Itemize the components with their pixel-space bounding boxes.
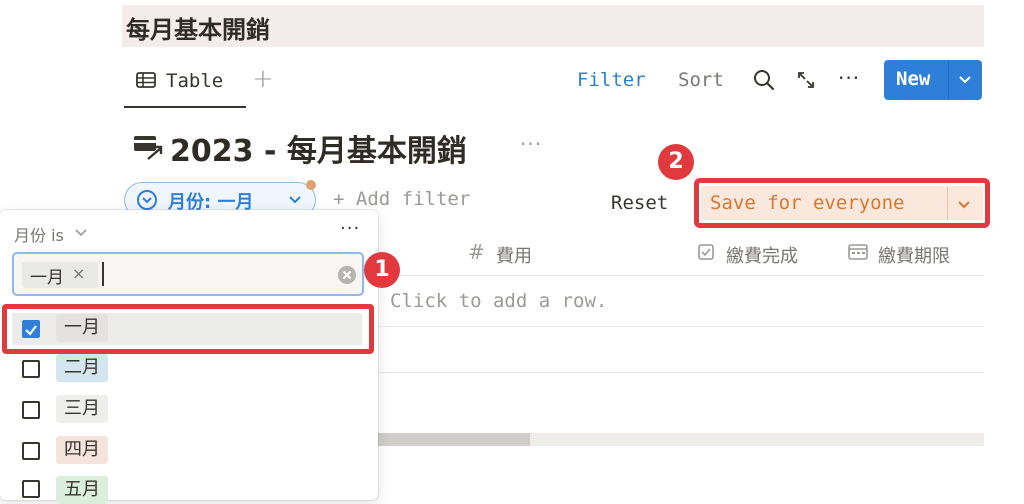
- filter-condition-heading[interactable]: 月份 is: [14, 222, 64, 246]
- page-title: 每月基本開銷: [126, 16, 270, 44]
- scrollbar-thumb[interactable]: [376, 433, 530, 446]
- chevron-down-icon[interactable]: [956, 70, 974, 88]
- option-tag-april[interactable]: 四月: [56, 436, 108, 464]
- option-tag-march[interactable]: 三月: [56, 395, 108, 423]
- active-tab-underline: [124, 106, 246, 108]
- add-filter-label: Add filter: [355, 188, 471, 210]
- database-title[interactable]: 2023 - 每月基本開銷: [170, 126, 467, 170]
- table-icon: [136, 72, 156, 88]
- chevron-down-icon: [289, 196, 301, 204]
- clear-icon[interactable]: [337, 265, 357, 285]
- expand-icon[interactable]: [796, 70, 816, 90]
- add-row-prompt[interactable]: Click to add a row.: [390, 290, 607, 312]
- filter-button[interactable]: Filter: [577, 69, 646, 91]
- add-view-button[interactable]: +: [252, 64, 274, 94]
- new-button-divider: [948, 60, 949, 100]
- select-property-icon: [137, 190, 157, 210]
- sort-button[interactable]: Sort: [678, 69, 724, 91]
- remove-tag-icon[interactable]: ×: [72, 264, 85, 283]
- column-header-due-date[interactable]: 繳費期限: [878, 242, 950, 268]
- checkbox-february[interactable]: [22, 360, 40, 378]
- text-caret: [102, 262, 104, 286]
- column-header-cost[interactable]: 費用: [496, 242, 532, 268]
- unsaved-indicator-dot: [306, 180, 316, 190]
- billing-icon: [134, 136, 163, 160]
- database-more-button[interactable]: ···: [520, 132, 542, 156]
- checkbox-icon: [698, 244, 714, 260]
- tab-table-label: Table: [166, 70, 224, 92]
- calendar-icon: [848, 244, 868, 260]
- checkbox-april[interactable]: [22, 442, 40, 460]
- table-header-divider: [376, 275, 984, 276]
- checkbox-march[interactable]: [22, 401, 40, 419]
- reset-button[interactable]: Reset: [611, 192, 668, 214]
- checkbox-may[interactable]: [22, 480, 40, 498]
- add-filter-plus: +: [333, 188, 345, 210]
- table-row-divider: [376, 326, 984, 327]
- more-options-button[interactable]: ···: [838, 66, 860, 90]
- number-property-icon: #: [468, 240, 485, 264]
- table-row-divider: [376, 372, 984, 373]
- highlight-box-save: [694, 178, 990, 228]
- new-button-label: New: [896, 68, 931, 90]
- step-badge-1: 1: [364, 252, 400, 288]
- option-tag-february[interactable]: 二月: [56, 354, 108, 382]
- chevron-down-icon[interactable]: [74, 225, 88, 239]
- option-tag-may[interactable]: 五月: [56, 476, 108, 504]
- filter-more-button[interactable]: ···: [340, 218, 360, 239]
- highlight-box-january: [2, 304, 374, 354]
- column-header-paid[interactable]: 繳費完成: [726, 242, 798, 268]
- search-icon[interactable]: [752, 68, 776, 92]
- selected-option-label: 一月: [30, 268, 64, 288]
- step-badge-2: 2: [658, 144, 694, 180]
- add-filter-button[interactable]: + Add filter: [333, 188, 470, 210]
